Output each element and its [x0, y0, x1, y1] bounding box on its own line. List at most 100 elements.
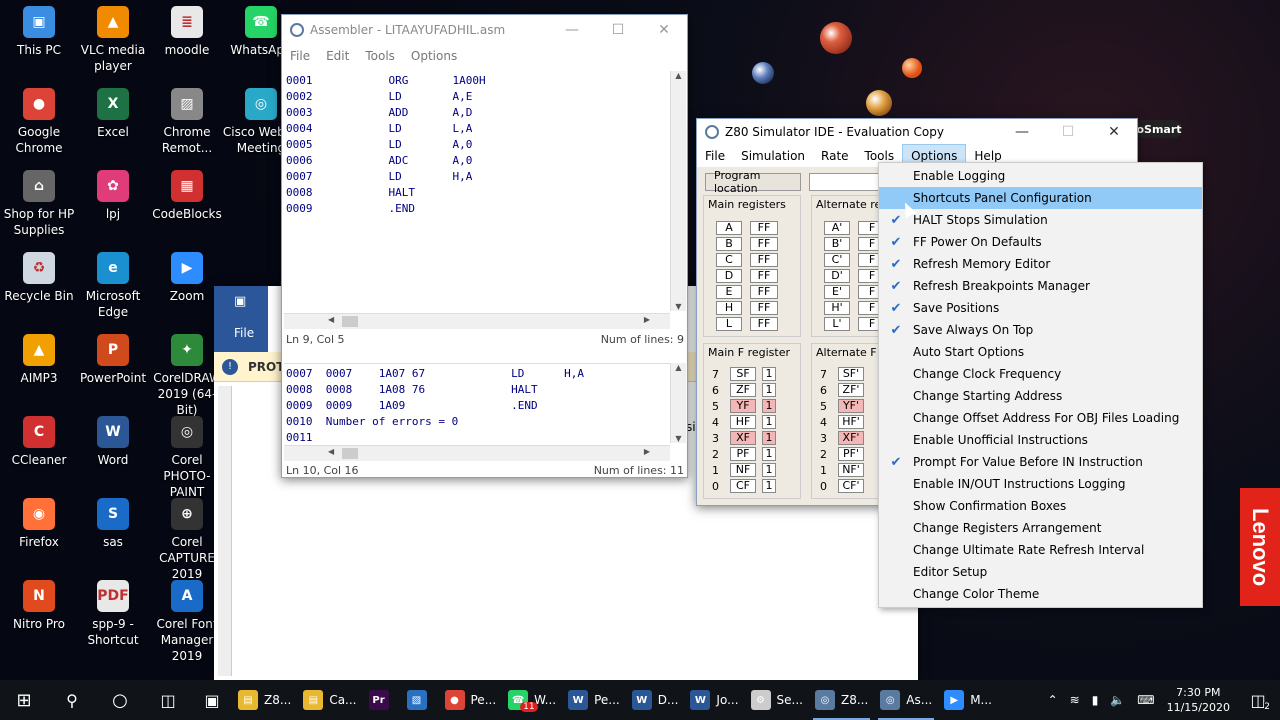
desktop-icon[interactable]: X Excel: [74, 88, 152, 140]
notifications-button[interactable]: ◫ 2: [1236, 680, 1280, 720]
menu-item-auto-start-options[interactable]: Auto Start Options: [879, 341, 1202, 363]
desktop-icon[interactable]: ♻ Recycle Bin: [0, 252, 78, 304]
menu-item-save-always-on-top[interactable]: ✔ Save Always On Top: [879, 319, 1202, 341]
menu-item-halt-stops-simulation[interactable]: ✔ HALT Stops Simulation: [879, 209, 1202, 231]
desktop-icon[interactable]: ● Google Chrome: [0, 88, 78, 156]
desktop-icon[interactable]: C CCleaner: [0, 416, 78, 468]
menu-item-ff-power-on-defaults[interactable]: ✔ FF Power On Defaults: [879, 231, 1202, 253]
register-value[interactable]: FF: [750, 285, 778, 299]
flag-value[interactable]: 1: [762, 383, 776, 397]
scroll-right-icon[interactable]: ▶: [644, 315, 650, 324]
search-button[interactable]: ⚲: [48, 680, 96, 720]
menu-item-enable-logging[interactable]: Enable Logging: [879, 165, 1202, 187]
scroll-up-icon[interactable]: ▲: [671, 363, 686, 372]
menu-file[interactable]: File: [282, 49, 318, 63]
menu-rate[interactable]: Rate: [813, 145, 857, 167]
start-button[interactable]: ⊞: [0, 680, 48, 720]
maximize-button[interactable]: ☐: [1045, 117, 1091, 147]
desktop-icon[interactable]: ▲ VLC media player: [74, 6, 152, 74]
menu-item-change-ultimate-rate-refresh-interval[interactable]: Change Ultimate Rate Refresh Interval: [879, 539, 1202, 561]
desktop-icon[interactable]: e Microsoft Edge: [74, 252, 152, 320]
register-value[interactable]: FF: [750, 269, 778, 283]
tray-chevron[interactable]: ⌃: [1042, 680, 1064, 720]
menu-item-enable-unofficial-instructions[interactable]: Enable Unofficial Instructions: [879, 429, 1202, 451]
scroll-thumb[interactable]: [342, 448, 358, 459]
menu-item-change-clock-frequency[interactable]: Change Clock Frequency: [879, 363, 1202, 385]
taskbar-app[interactable]: W D...: [626, 680, 685, 720]
menu-item-prompt-for-value-before-in-instruction[interactable]: ✔ Prompt For Value Before IN Instruction: [879, 451, 1202, 473]
flag-value[interactable]: 1: [762, 447, 776, 461]
menu-item-change-registers-arrangement[interactable]: Change Registers Arrangement: [879, 517, 1202, 539]
menu-item-change-starting-address[interactable]: Change Starting Address: [879, 385, 1202, 407]
desktop-icon[interactable]: N Nitro Pro: [0, 580, 78, 632]
menu-item-editor-setup[interactable]: Editor Setup: [879, 561, 1202, 583]
battery-button[interactable]: ▮: [1086, 680, 1105, 720]
task-view-button[interactable]: ◫: [144, 680, 192, 720]
source-vscrollbar[interactable]: ▲ ▼: [670, 71, 686, 311]
listing-vscrollbar[interactable]: ▲ ▼: [670, 363, 686, 443]
desktop-icon[interactable]: ✿ lpj: [74, 170, 152, 222]
desktop-icon[interactable]: ▨ Chrome Remot...: [148, 88, 226, 156]
menu-simulation[interactable]: Simulation: [733, 145, 813, 167]
wifi-button[interactable]: ≋: [1064, 680, 1086, 720]
register-value[interactable]: FF: [750, 317, 778, 331]
desktop-icon[interactable]: W Word: [74, 416, 152, 468]
flag-value[interactable]: 1: [762, 479, 776, 493]
flag-value[interactable]: 1: [762, 431, 776, 445]
desktop-icon[interactable]: ▣ This PC: [0, 6, 78, 58]
menu-item-refresh-memory-editor[interactable]: ✔ Refresh Memory Editor: [879, 253, 1202, 275]
word-save-icon[interactable]: ▣: [234, 294, 246, 309]
taskbar-app[interactable]: Pr: [363, 680, 401, 720]
desktop-icon[interactable]: Ssas: [74, 498, 152, 550]
scroll-up-icon[interactable]: ▲: [671, 71, 686, 80]
taskbar-app[interactable]: W Pe...: [562, 680, 626, 720]
taskbar-app[interactable]: ☎ 11 W...: [502, 680, 562, 720]
menu-file[interactable]: File: [697, 145, 733, 167]
taskbar-app[interactable]: ▤ Ca...: [297, 680, 362, 720]
register-value[interactable]: FF: [750, 253, 778, 267]
listing-hscrollbar[interactable]: ◀ ▶: [284, 445, 670, 461]
program-location-field[interactable]: [809, 173, 881, 191]
assembler-titlebar[interactable]: Assembler - LITAAYUFADHIL.asm — ☐ ✕: [282, 15, 687, 45]
flag-value[interactable]: 1: [762, 367, 776, 381]
maximize-button[interactable]: ☐: [595, 15, 641, 45]
scroll-right-icon[interactable]: ▶: [644, 447, 650, 456]
register-value[interactable]: FF: [750, 221, 778, 235]
taskbar-app[interactable]: W Jo...: [684, 680, 744, 720]
menu-tools[interactable]: Tools: [357, 49, 403, 63]
desktop-icon[interactable]: ▲ AIMP3: [0, 334, 78, 386]
volume-button[interactable]: 🔈: [1104, 680, 1131, 720]
scroll-left-icon[interactable]: ◀: [328, 315, 334, 324]
taskbar-app[interactable]: ◎ As...: [874, 680, 938, 720]
menu-item-shortcuts-panel-configuration[interactable]: Shortcuts Panel Configuration: [879, 187, 1202, 209]
menu-item-save-positions[interactable]: ✔ Save Positions: [879, 297, 1202, 319]
scroll-down-icon[interactable]: ▼: [671, 434, 686, 443]
minimize-button[interactable]: —: [549, 15, 595, 45]
desktop-icon[interactable]: PDF spp-9 - Shortcut: [74, 580, 152, 648]
simulator-titlebar[interactable]: Z80 Simulator IDE - Evaluation Copy — ☐ …: [697, 119, 1137, 145]
scroll-left-icon[interactable]: ◀: [328, 447, 334, 456]
desktop-icon[interactable]: ◉ Firefox: [0, 498, 78, 550]
close-button[interactable]: ✕: [1091, 117, 1137, 147]
desktop-icon[interactable]: ▦ CodeBlocks: [148, 170, 226, 222]
register-value[interactable]: FF: [750, 301, 778, 315]
flag-value[interactable]: 1: [762, 463, 776, 477]
word-file-tab[interactable]: File: [234, 326, 254, 340]
menu-edit[interactable]: Edit: [318, 49, 357, 63]
clock[interactable]: 7:30 PM 11/15/2020: [1161, 680, 1236, 720]
menu-options[interactable]: Options: [403, 49, 465, 63]
desktop-icon[interactable]: ≣ moodle: [148, 6, 226, 58]
store-button[interactable]: ▣: [192, 680, 232, 720]
register-value[interactable]: FF: [750, 237, 778, 251]
taskbar-app[interactable]: ▧: [401, 680, 439, 720]
taskbar-app[interactable]: ● Pe...: [439, 680, 503, 720]
minimize-button[interactable]: —: [999, 117, 1045, 147]
close-button[interactable]: ✕: [641, 15, 687, 45]
source-hscrollbar[interactable]: ◀ ▶: [284, 313, 670, 329]
listing-output[interactable]: 0007 0007 1A07 67 LD H,A 0008 0008 1A08 7…: [284, 363, 670, 444]
menu-item-enable-in-out-instructions-logging[interactable]: Enable IN/OUT Instructions Logging: [879, 473, 1202, 495]
taskbar-app[interactable]: ▤ Z8...: [232, 680, 297, 720]
menu-item-show-confirmation-boxes[interactable]: Show Confirmation Boxes: [879, 495, 1202, 517]
scroll-down-icon[interactable]: ▼: [671, 302, 686, 311]
desktop-icon[interactable]: P PowerPoint: [74, 334, 152, 386]
